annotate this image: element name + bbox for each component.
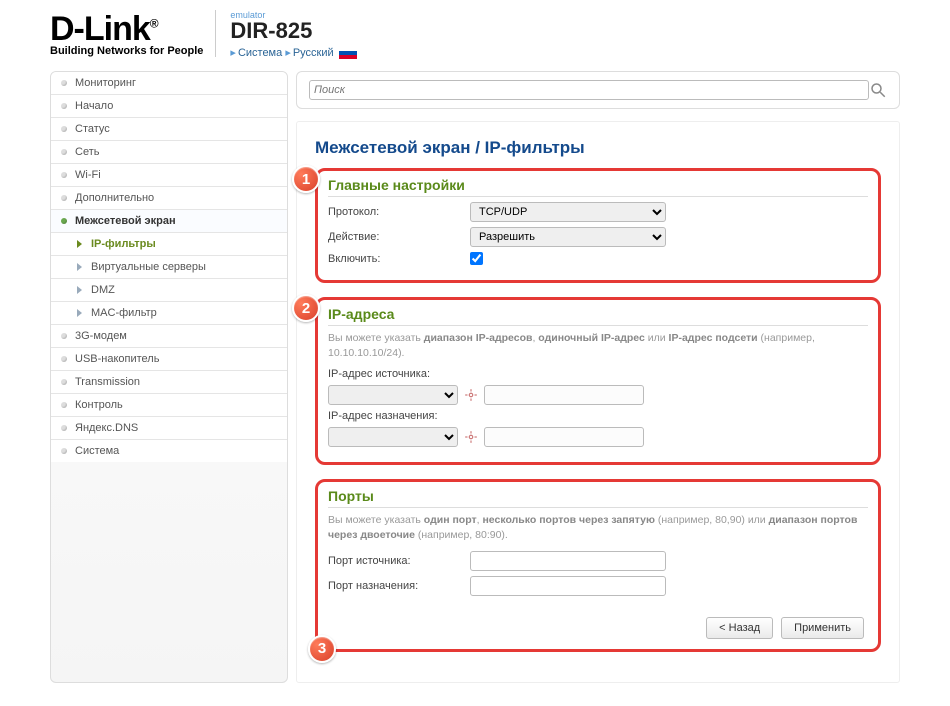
sidebar-subitem-dmz[interactable]: DMZ bbox=[51, 279, 287, 302]
dst-ip-select[interactable] bbox=[328, 427, 458, 447]
page-title: Межсетевой экран / IP-фильтры bbox=[315, 138, 881, 158]
sidebar-item-status[interactable]: Статус bbox=[51, 118, 287, 141]
target-icon[interactable] bbox=[464, 388, 478, 402]
section2-title: IP-адреса bbox=[328, 306, 868, 326]
sidebar-item-system[interactable]: Система bbox=[51, 440, 287, 462]
logo-text: D-Link bbox=[50, 10, 150, 48]
sidebar-item-wifi[interactable]: Wi-Fi bbox=[51, 164, 287, 187]
chevron-right-icon: ▸ bbox=[230, 47, 236, 59]
apply-button[interactable]: Применить bbox=[781, 617, 864, 639]
back-button[interactable]: < Назад bbox=[706, 617, 773, 639]
protocol-label: Протокол: bbox=[328, 206, 470, 218]
highlight-section-1: 1 Главные настройки Протокол: TCP/UDP Де… bbox=[315, 168, 881, 283]
chevron-right-icon: ▸ bbox=[285, 47, 291, 59]
content-panel: Межсетевой экран / IP-фильтры 1 Главные … bbox=[296, 121, 900, 683]
enable-label: Включить: bbox=[328, 253, 470, 265]
product-breadcrumb: ▸Система ▸Русский bbox=[230, 46, 356, 59]
dst-port-row: Порт назначения: bbox=[328, 576, 868, 596]
section1-title: Главные настройки bbox=[328, 177, 868, 197]
enable-checkbox[interactable] bbox=[470, 252, 483, 265]
dst-ip-label: IP-адрес назначения: bbox=[328, 410, 470, 422]
highlight-section-2: 2 IP-адреса Вы можете указать диапазон I… bbox=[315, 297, 881, 465]
button-row: < Назад Применить bbox=[706, 617, 864, 639]
logo-tagline: Building Networks for People bbox=[50, 45, 203, 57]
sidebar-item-control[interactable]: Контроль bbox=[51, 394, 287, 417]
src-port-row: Порт источника: bbox=[328, 551, 868, 571]
dst-ip-row bbox=[328, 427, 868, 447]
src-port-label: Порт источника: bbox=[328, 555, 470, 567]
product-section: emulator DIR-825 ▸Система ▸Русский bbox=[216, 10, 356, 59]
dst-ip-label-row: IP-адрес назначения: bbox=[328, 410, 868, 422]
sidebar-item-usb[interactable]: USB-накопитель bbox=[51, 348, 287, 371]
sidebar-subitem-virtual-servers[interactable]: Виртуальные серверы bbox=[51, 256, 287, 279]
dst-port-label: Порт назначения: bbox=[328, 580, 470, 592]
src-port-input[interactable] bbox=[470, 551, 666, 571]
breadcrumb-system[interactable]: Система bbox=[238, 47, 282, 59]
target-icon[interactable] bbox=[464, 430, 478, 444]
src-ip-select[interactable] bbox=[328, 385, 458, 405]
sidebar-subitem-mac-filter[interactable]: MAC-фильтр bbox=[51, 302, 287, 325]
section3-desc: Вы можете указать один порт, несколько п… bbox=[328, 513, 868, 542]
main-container: Мониторинг Начало Статус Сеть Wi-Fi Допо… bbox=[0, 67, 950, 687]
src-ip-input[interactable] bbox=[484, 385, 644, 405]
search-box bbox=[296, 71, 900, 109]
section3-title: Порты bbox=[328, 488, 868, 508]
sidebar-item-start[interactable]: Начало bbox=[51, 95, 287, 118]
sidebar-item-transmission[interactable]: Transmission bbox=[51, 371, 287, 394]
src-ip-row bbox=[328, 385, 868, 405]
enable-row: Включить: bbox=[328, 252, 868, 265]
sidebar-item-firewall[interactable]: Межсетевой экран bbox=[51, 210, 287, 233]
sidebar: Мониторинг Начало Статус Сеть Wi-Fi Допо… bbox=[50, 71, 288, 683]
sidebar-item-monitoring[interactable]: Мониторинг bbox=[51, 72, 287, 95]
search-input[interactable] bbox=[309, 80, 869, 100]
badge-1: 1 bbox=[292, 165, 320, 193]
protocol-row: Протокол: TCP/UDP bbox=[328, 202, 868, 222]
main-content: Межсетевой экран / IP-фильтры 1 Главные … bbox=[296, 71, 900, 683]
sidebar-item-advanced[interactable]: Дополнительно bbox=[51, 187, 287, 210]
dst-port-input[interactable] bbox=[470, 576, 666, 596]
section2-desc: Вы можете указать диапазон IP-адресов, о… bbox=[328, 331, 868, 360]
search-icon[interactable] bbox=[869, 81, 887, 99]
highlight-section-3: 3 Порты Вы можете указать один порт, нес… bbox=[315, 479, 881, 651]
protocol-select[interactable]: TCP/UDP bbox=[470, 202, 666, 222]
logo: D-Link® bbox=[50, 10, 203, 49]
logo-section: D-Link® Building Networks for People bbox=[50, 10, 216, 57]
flag-ru-icon bbox=[339, 47, 357, 59]
sidebar-item-3g[interactable]: 3G-модем bbox=[51, 325, 287, 348]
dst-ip-input[interactable] bbox=[484, 427, 644, 447]
badge-3: 3 bbox=[308, 635, 336, 663]
action-row: Действие: Разрешить bbox=[328, 227, 868, 247]
sidebar-item-yandexdns[interactable]: Яндекс.DNS bbox=[51, 417, 287, 440]
src-ip-label: IP-адрес источника: bbox=[328, 368, 470, 380]
header: D-Link® Building Networks for People emu… bbox=[0, 0, 950, 67]
breadcrumb-lang[interactable]: Русский bbox=[293, 47, 334, 59]
sidebar-subitem-ip-filters[interactable]: IP-фильтры bbox=[51, 233, 287, 256]
product-name: DIR-825 bbox=[230, 18, 356, 44]
src-ip-label-row: IP-адрес источника: bbox=[328, 368, 868, 380]
sidebar-item-network[interactable]: Сеть bbox=[51, 141, 287, 164]
badge-2: 2 bbox=[292, 294, 320, 322]
action-label: Действие: bbox=[328, 231, 470, 243]
action-select[interactable]: Разрешить bbox=[470, 227, 666, 247]
